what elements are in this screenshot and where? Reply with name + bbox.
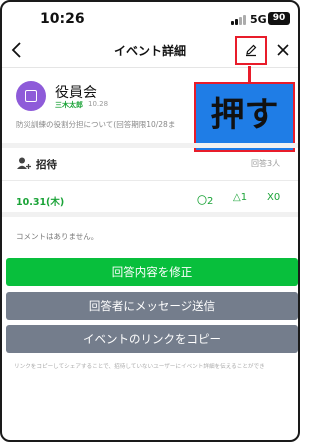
event-avatar bbox=[16, 81, 46, 111]
clock: 10:26 bbox=[40, 11, 85, 27]
footnote: リンクをコピーしてシェアすることで、招待していないユーザーにイベント詳細を伝える… bbox=[14, 364, 265, 370]
close-icon[interactable] bbox=[276, 43, 290, 57]
network-label: 5G bbox=[250, 13, 267, 26]
vote-yes-count[interactable]: 〇2 bbox=[197, 192, 213, 207]
vote-no-count[interactable]: X0 bbox=[267, 192, 280, 203]
event-author: 三木太郎 bbox=[55, 101, 83, 109]
section-divider bbox=[2, 143, 298, 148]
row-divider bbox=[2, 180, 298, 181]
nav-bar: イベント詳細 bbox=[2, 34, 298, 68]
edit-highlight-box bbox=[235, 36, 267, 65]
message-respondents-button[interactable]: 回答者にメッセージ送信 bbox=[6, 292, 298, 320]
edit-pencil-icon[interactable] bbox=[244, 43, 258, 57]
copy-link-button[interactable]: イベントのリンクをコピー bbox=[6, 325, 298, 353]
phone-screen: 10:26 5G 90 イベント詳細 押す 役員会 三木太郎 10.28 防災訓… bbox=[0, 0, 300, 442]
invite-label: 招待 bbox=[36, 159, 57, 171]
callout-connector bbox=[248, 66, 251, 82]
status-bar: 10:26 5G 90 bbox=[2, 2, 298, 34]
person-icon bbox=[17, 157, 31, 169]
signal-icon bbox=[231, 15, 246, 25]
calendar-icon bbox=[25, 90, 37, 102]
event-date: 10.28 bbox=[88, 100, 109, 108]
vote-maybe-count[interactable]: △1 bbox=[233, 192, 247, 203]
no-comments-text: コメントはありません。 bbox=[16, 232, 99, 241]
event-day: 10.31(木) bbox=[16, 197, 65, 208]
event-description: 防災訓練の役割分担について(回答期限10/28ま bbox=[16, 120, 176, 129]
event-name: 役員会 bbox=[55, 85, 97, 101]
press-callout: 押す bbox=[194, 82, 295, 152]
battery-icon: 90 bbox=[268, 12, 290, 25]
edit-response-button[interactable]: 回答内容を修正 bbox=[6, 258, 298, 286]
response-count[interactable]: 回答3人 bbox=[251, 158, 280, 169]
section-divider bbox=[2, 212, 298, 217]
